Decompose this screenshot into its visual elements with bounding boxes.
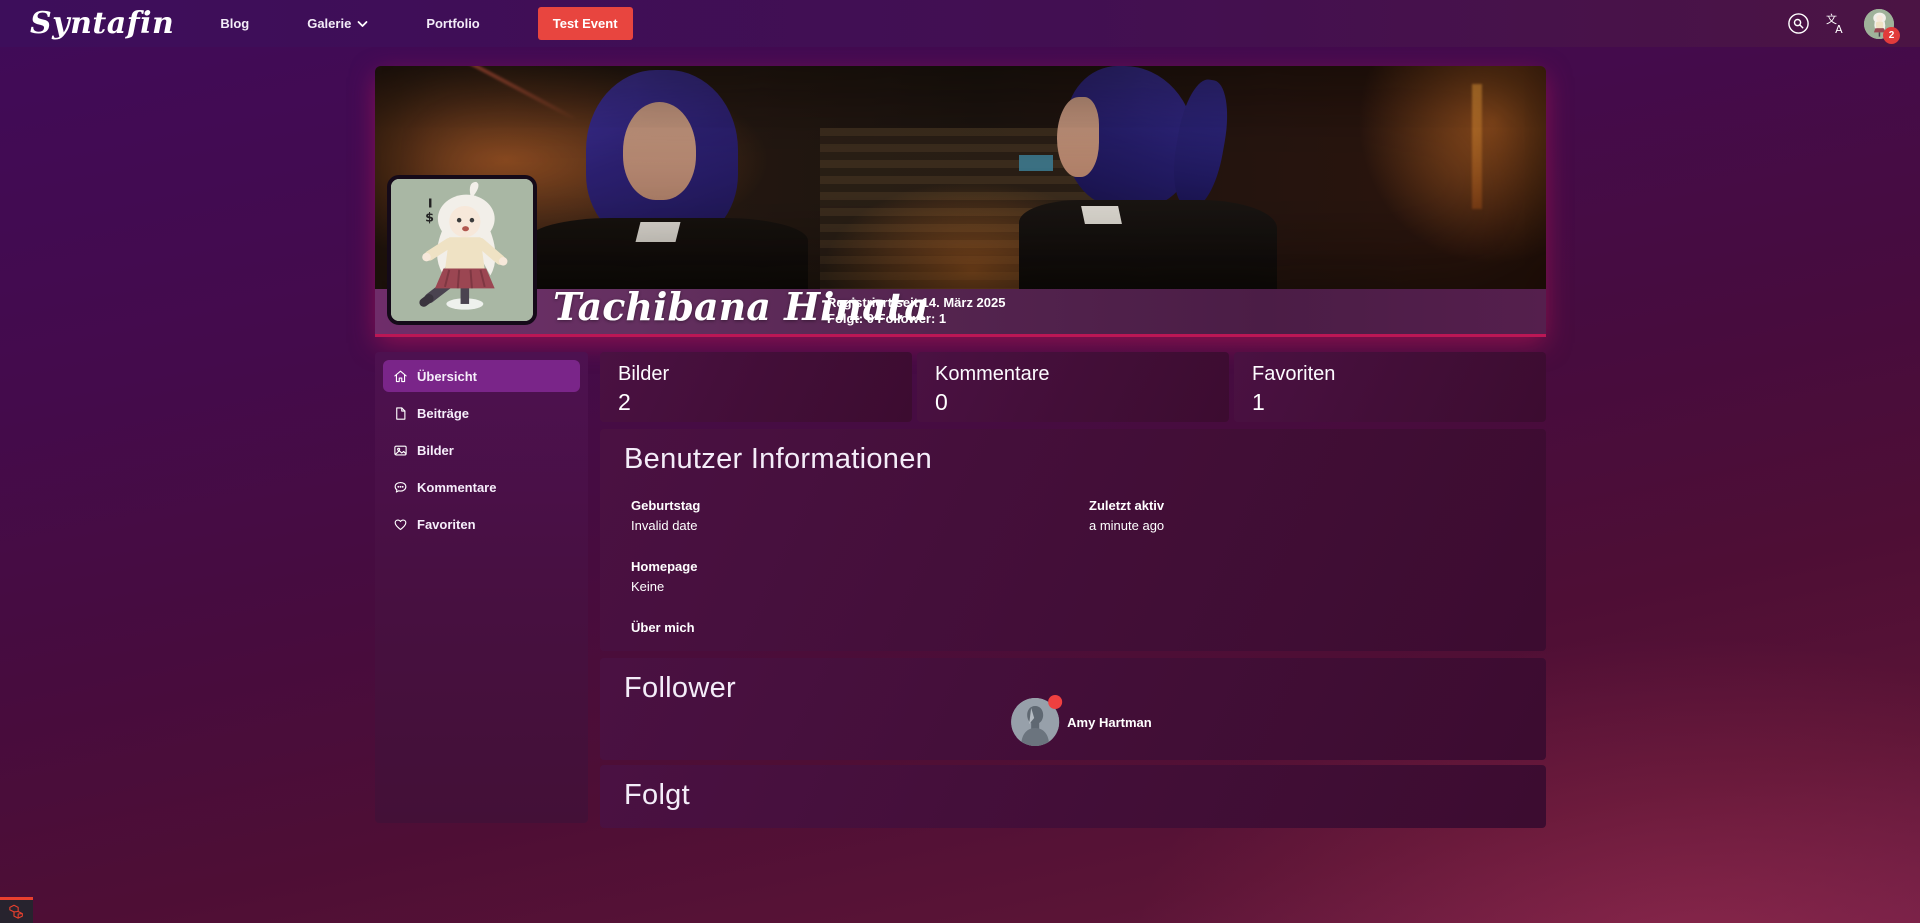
following-title: Folgt	[624, 779, 1522, 812]
nav-right-group: 文 A 2	[1786, 9, 1894, 39]
sidebar-item-label: Kommentare	[417, 480, 496, 495]
stat-card-kommentare: Kommentare 0	[917, 352, 1229, 422]
profile-avatar-image: I $	[391, 179, 533, 321]
nav-link-galerie-label: Galerie	[307, 16, 351, 31]
profile-meta: Registriert seit 14. März 2025 Folgt: 0 …	[827, 295, 1005, 327]
field-label: Homepage	[631, 559, 1089, 574]
online-status-dot	[1048, 695, 1062, 709]
banner-image	[375, 66, 1546, 289]
sidebar-item-label: Bilder	[417, 443, 454, 458]
main-column: Bilder 2 Kommentare 0 Favoriten 1 Benutz…	[600, 352, 1546, 828]
follower-card: Follower Amy Hartman	[600, 658, 1546, 760]
stat-value: 1	[1252, 389, 1528, 416]
sidebar-item-favoriten[interactable]: Favoriten	[383, 508, 580, 540]
stats-row: Bilder 2 Kommentare 0 Favoriten 1	[600, 352, 1546, 422]
user-avatar[interactable]: 2	[1864, 9, 1894, 39]
home-icon	[393, 369, 408, 384]
sidebar-item-label: Favoriten	[417, 517, 476, 532]
test-event-button[interactable]: Test Event	[538, 7, 633, 40]
comment-icon	[393, 480, 408, 495]
user-info-title: Benutzer Informationen	[624, 443, 1522, 476]
info-column-left: Geburtstag Invalid date Homepage Keine Ü…	[631, 498, 1089, 681]
image-icon	[393, 443, 408, 458]
nav-link-portfolio[interactable]: Portfolio	[426, 16, 479, 31]
stat-card-bilder: Bilder 2	[600, 352, 912, 422]
content-area: Übersicht Beiträge Bilder Kommentare	[375, 352, 1546, 828]
svg-text:A: A	[1835, 23, 1843, 35]
field-label: Über mich	[631, 620, 1089, 635]
document-icon	[393, 406, 408, 421]
stat-value: 2	[618, 389, 894, 416]
profile-follow-stats: Folgt: 0 Follower: 1	[827, 311, 1005, 327]
chevron-down-icon	[357, 20, 368, 28]
translate-icon[interactable]: 文 A	[1825, 12, 1849, 36]
profile-page: Syntafin Blog Galerie Portfolio Test Eve…	[0, 0, 1920, 923]
stat-card-favoriten: Favoriten 1	[1234, 352, 1546, 422]
sidebar-item-uebersicht[interactable]: Übersicht	[383, 360, 580, 392]
field-zuletzt-aktiv: Zuletzt aktiv a minute ago	[1089, 498, 1522, 533]
sidebar-item-label: Übersicht	[417, 369, 477, 384]
info-column-right: Zuletzt aktiv a minute ago	[1089, 498, 1522, 681]
nav-link-galerie[interactable]: Galerie	[307, 16, 368, 31]
notification-badge: 2	[1883, 27, 1900, 44]
svg-text:I: I	[428, 196, 433, 211]
follower-avatar	[1011, 698, 1059, 746]
svg-text:$: $	[425, 211, 434, 226]
profile-sidebar: Übersicht Beiträge Bilder Kommentare	[375, 352, 588, 823]
profile-avatar: I $	[387, 175, 537, 325]
heart-icon	[393, 517, 408, 532]
sidebar-item-beitraege[interactable]: Beiträge	[383, 397, 580, 429]
nav-link-blog[interactable]: Blog	[220, 16, 249, 31]
stat-value: 0	[935, 389, 1211, 416]
top-nav: Syntafin Blog Galerie Portfolio Test Eve…	[0, 0, 1920, 47]
field-label: Zuletzt aktiv	[1089, 498, 1522, 513]
field-value	[631, 640, 1089, 655]
profile-banner: I $ Tachibana Hinata Registriert seit 14…	[375, 66, 1546, 337]
profile-head-strip: I $ Tachibana Hinata Registriert seit 14…	[375, 289, 1546, 334]
stat-label: Favoriten	[1252, 363, 1528, 386]
sidebar-item-kommentare[interactable]: Kommentare	[383, 471, 580, 503]
sidebar-item-bilder[interactable]: Bilder	[383, 434, 580, 466]
field-label: Geburtstag	[631, 498, 1089, 513]
field-value: Invalid date	[631, 518, 1089, 533]
laravel-debugbar-toggle[interactable]	[0, 897, 33, 923]
following-card: Folgt	[600, 765, 1546, 828]
field-homepage: Homepage Keine	[631, 559, 1089, 594]
field-ueber-mich: Über mich	[631, 620, 1089, 655]
follower-entry-amy-hartman[interactable]: Amy Hartman	[1011, 698, 1152, 746]
nav-link-blog-label: Blog	[220, 16, 249, 31]
field-geburtstag: Geburtstag Invalid date	[631, 498, 1089, 533]
nav-link-portfolio-label: Portfolio	[426, 16, 479, 31]
follower-name: Amy Hartman	[1067, 715, 1152, 730]
field-value: a minute ago	[1089, 518, 1522, 533]
search-icon[interactable]	[1786, 12, 1810, 36]
sidebar-item-label: Beiträge	[417, 406, 469, 421]
stat-label: Bilder	[618, 363, 894, 386]
user-info-card: Benutzer Informationen Geburtstag Invali…	[600, 429, 1546, 651]
user-info-fields: Geburtstag Invalid date Homepage Keine Ü…	[624, 498, 1522, 681]
field-value: Keine	[631, 579, 1089, 594]
banner-vignette	[375, 66, 1546, 289]
site-logo[interactable]: Syntafin	[30, 0, 174, 47]
profile-registered: Registriert seit 14. März 2025	[827, 295, 1005, 311]
stat-label: Kommentare	[935, 363, 1211, 386]
laravel-icon	[8, 904, 25, 919]
